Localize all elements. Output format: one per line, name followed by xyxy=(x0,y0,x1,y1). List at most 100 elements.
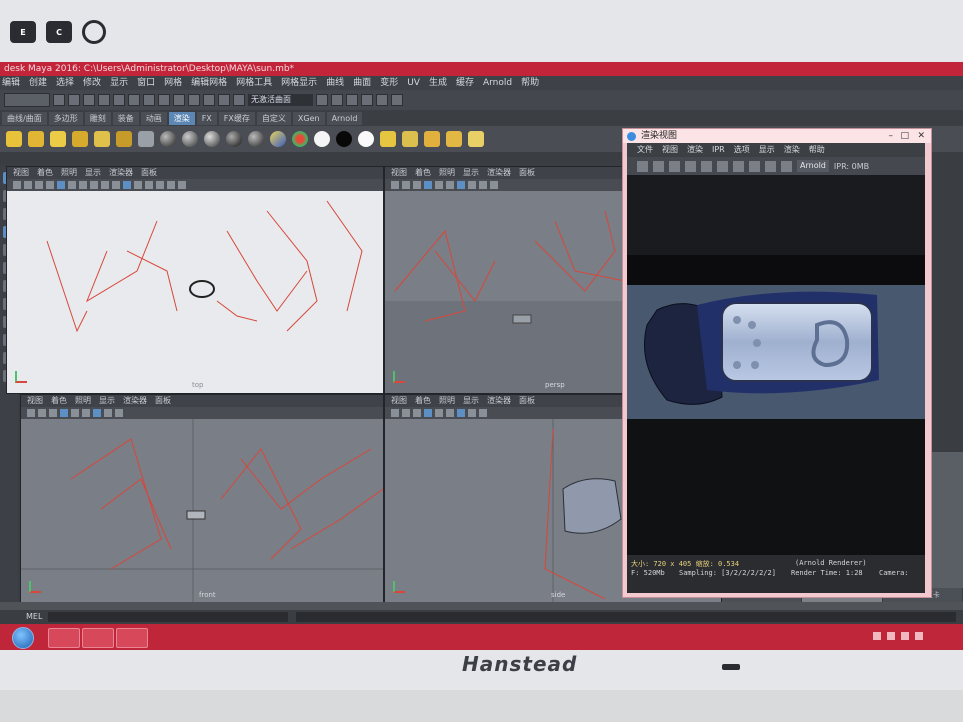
layered-shader-icon[interactable] xyxy=(292,131,308,147)
arnold-render-icon[interactable] xyxy=(391,94,403,106)
menu-item[interactable]: 帮助 xyxy=(521,76,539,90)
area-light-icon[interactable] xyxy=(72,131,88,147)
image-plane-icon[interactable] xyxy=(413,181,421,189)
viewport-menu-item[interactable]: 视图 xyxy=(391,395,407,407)
render-frame-icon[interactable] xyxy=(331,94,343,106)
headband-object[interactable] xyxy=(562,478,622,534)
open-scene-icon[interactable] xyxy=(68,94,80,106)
viewport-menu-item[interactable]: 面板 xyxy=(141,167,157,179)
ipr-icon[interactable] xyxy=(685,160,696,172)
menu-item[interactable]: 网格 xyxy=(164,76,182,90)
camera-icon[interactable] xyxy=(13,181,21,189)
bookmark-icon[interactable] xyxy=(402,409,410,417)
viewport-top[interactable]: 视图 着色 照明 显示 渲染器 面板 top xyxy=(6,166,384,394)
menu-item[interactable]: 曲面 xyxy=(353,76,371,90)
arnold-renderer-button[interactable]: Arnold xyxy=(797,160,829,172)
save-scene-icon[interactable] xyxy=(83,94,95,106)
volume-light-icon[interactable] xyxy=(94,131,110,147)
viewport-canvas[interactable]: front xyxy=(21,419,383,603)
shelf-tab[interactable]: 自定义 xyxy=(256,111,291,125)
select-component-icon[interactable] xyxy=(158,94,170,106)
mel-input[interactable] xyxy=(48,612,288,622)
texture-icon[interactable] xyxy=(380,131,396,147)
smooth-shade-icon[interactable] xyxy=(134,181,142,189)
lights-icon[interactable] xyxy=(145,181,153,189)
shelf-tab[interactable]: FX缓存 xyxy=(218,111,255,125)
render-view-menu-item[interactable]: 选项 xyxy=(734,143,750,157)
viewport-menu-item[interactable]: 视图 xyxy=(391,167,407,179)
viewport-menu-item[interactable]: 视图 xyxy=(27,395,43,407)
viewport-menu-item[interactable]: 面板 xyxy=(519,167,535,179)
snap-grid-icon[interactable] xyxy=(173,94,185,106)
viewport-menu-item[interactable]: 渲染器 xyxy=(487,167,511,179)
one-to-one-icon[interactable] xyxy=(765,160,776,172)
wireframe-icon[interactable] xyxy=(93,409,101,417)
render-view-menu-item[interactable]: 视图 xyxy=(662,143,678,157)
flag-icon[interactable] xyxy=(901,632,909,640)
viewport-menu-item[interactable]: 显示 xyxy=(85,167,101,179)
viewport-menu-item[interactable]: 渲染器 xyxy=(123,395,147,407)
material-ball-icon[interactable] xyxy=(160,131,176,147)
viewport-menu-item[interactable]: 显示 xyxy=(99,395,115,407)
render-view-menu-item[interactable]: 显示 xyxy=(759,143,775,157)
menu-item[interactable]: 网格显示 xyxy=(281,76,317,90)
mel-label[interactable]: MEL xyxy=(26,612,42,621)
surface-shader-icon[interactable] xyxy=(314,131,330,147)
viewport-menu-item[interactable]: 着色 xyxy=(37,167,53,179)
select-object-icon[interactable] xyxy=(143,94,155,106)
taskbar-app-button[interactable] xyxy=(116,628,148,648)
film-gate-icon[interactable] xyxy=(435,181,443,189)
headband-object[interactable] xyxy=(186,510,206,520)
directional-light-icon[interactable] xyxy=(6,131,22,147)
snap-view-icon[interactable] xyxy=(218,94,230,106)
refresh-icon[interactable] xyxy=(701,160,712,172)
menu-item[interactable]: 曲线 xyxy=(326,76,344,90)
rgb-channel-icon[interactable] xyxy=(717,160,728,172)
field-chart-icon[interactable] xyxy=(101,181,109,189)
minimize-icon[interactable]: – xyxy=(889,129,894,143)
menu-item[interactable]: 选择 xyxy=(56,76,74,90)
safe-action-icon[interactable] xyxy=(112,181,120,189)
viewport-canvas[interactable]: persp xyxy=(385,191,631,393)
viewport-menu-item[interactable]: 着色 xyxy=(51,395,67,407)
viewport-menu-item[interactable]: 渲染器 xyxy=(109,167,133,179)
ambient-light-icon[interactable] xyxy=(116,131,132,147)
lights-icon[interactable] xyxy=(479,409,487,417)
spot-light-icon[interactable] xyxy=(28,131,44,147)
menu-item[interactable]: Arnold xyxy=(483,76,512,90)
menu-item[interactable]: 网格工具 xyxy=(236,76,272,90)
menu-item[interactable]: UV xyxy=(407,76,420,90)
render-view-menu-item[interactable]: 渲染 xyxy=(687,143,703,157)
grid-icon[interactable] xyxy=(424,181,432,189)
render-view-icon[interactable] xyxy=(138,131,154,147)
start-button[interactable] xyxy=(12,627,34,649)
display-settings-icon[interactable] xyxy=(781,160,792,172)
shelf-tab[interactable]: FX xyxy=(196,111,217,125)
live-surface-field[interactable]: 无激活曲面 xyxy=(248,94,313,106)
menu-item[interactable]: 生成 xyxy=(429,76,447,90)
redo-icon[interactable] xyxy=(113,94,125,106)
remove-image-icon[interactable] xyxy=(749,160,760,172)
camera-icon[interactable] xyxy=(391,409,399,417)
viewport-menu-item[interactable]: 照明 xyxy=(61,167,77,179)
material-ball-icon[interactable] xyxy=(248,131,264,147)
keep-image-icon[interactable] xyxy=(733,160,744,172)
camera-attr-icon[interactable] xyxy=(24,181,32,189)
input-method-icon[interactable] xyxy=(915,632,923,640)
material-ball-icon[interactable] xyxy=(182,131,198,147)
render-view-menu-item[interactable]: 渲染 xyxy=(784,143,800,157)
rendered-image[interactable] xyxy=(627,175,925,555)
image-plane-icon[interactable] xyxy=(413,409,421,417)
image-plane-icon[interactable] xyxy=(49,409,57,417)
bookmark-icon[interactable] xyxy=(402,181,410,189)
ipr-icon[interactable] xyxy=(446,131,462,147)
snap-curve-icon[interactable] xyxy=(188,94,200,106)
black-shader-icon[interactable] xyxy=(336,131,352,147)
shelf-tab[interactable]: 曲线/曲面 xyxy=(2,111,47,125)
smooth-shade-icon[interactable] xyxy=(104,409,112,417)
viewport-menu-item[interactable]: 照明 xyxy=(75,395,91,407)
shelf-tab[interactable]: Arnold xyxy=(326,111,363,125)
close-icon[interactable]: ✕ xyxy=(917,129,925,143)
render-view-window[interactable]: 渲染视图 – □ ✕ 文件 视图 渲染 IPR 选项 显示 渲染 帮助 Arno… xyxy=(622,128,932,598)
render-settings-icon[interactable] xyxy=(468,131,484,147)
